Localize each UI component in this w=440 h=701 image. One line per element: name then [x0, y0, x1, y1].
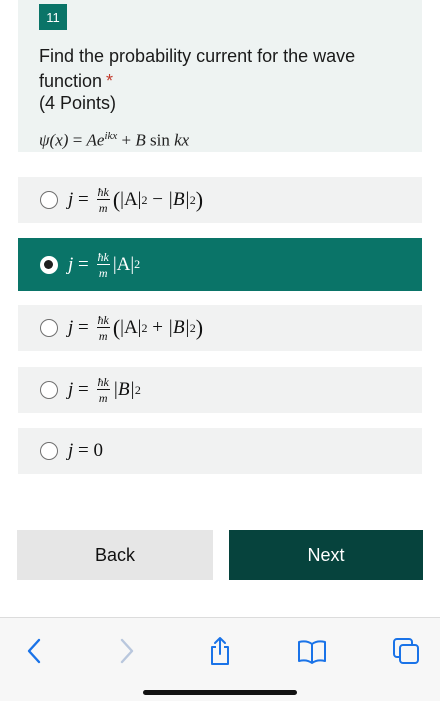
- wave-function-formula: ψ(x) = Aeikx + B sin kx: [39, 130, 190, 150]
- answer-option-3[interactable]: j = ħk m (|A| 2 + |B| 2): [18, 305, 422, 351]
- home-indicator: [143, 690, 297, 695]
- question-number-badge: 11: [39, 4, 67, 30]
- option-formula: j = ħk m |B| 2: [68, 375, 141, 405]
- answer-option-5[interactable]: j = 0: [18, 428, 422, 474]
- share-icon[interactable]: [205, 636, 235, 666]
- option-formula: j = ħk m (|A| 2 + |B| 2): [68, 313, 204, 343]
- option-formula: j = ħk m |A| 2: [68, 249, 141, 280]
- radio-button[interactable]: [40, 319, 58, 337]
- forward-chevron-icon[interactable]: [112, 636, 142, 666]
- option-formula: j = ħk m (|A| 2 − |B| 2): [68, 185, 204, 215]
- tabs-icon[interactable]: [391, 636, 421, 666]
- question-title: Find the probability current for the wav…: [39, 44, 409, 94]
- radio-button[interactable]: [40, 442, 58, 460]
- radio-button[interactable]: [40, 191, 58, 209]
- next-button[interactable]: Next: [229, 530, 423, 580]
- bookmarks-icon[interactable]: [297, 636, 327, 666]
- radio-button-selected[interactable]: [40, 255, 58, 274]
- answer-option-4[interactable]: j = ħk m |B| 2: [18, 367, 422, 413]
- required-mark: *: [106, 71, 114, 91]
- answer-option-2[interactable]: j = ħk m |A| 2: [18, 238, 422, 291]
- question-title-text: Find the probability current for the wav…: [39, 46, 356, 91]
- back-button[interactable]: Back: [17, 530, 213, 580]
- option-formula: j = 0: [68, 440, 103, 461]
- browser-toolbar: [0, 617, 440, 701]
- answer-option-1[interactable]: j = ħk m (|A| 2 − |B| 2): [18, 177, 422, 223]
- question-card: 11 Find the probability current for the …: [18, 0, 422, 152]
- radio-button[interactable]: [40, 381, 58, 399]
- back-chevron-icon[interactable]: [19, 636, 49, 666]
- question-points: (4 Points): [39, 93, 117, 113]
